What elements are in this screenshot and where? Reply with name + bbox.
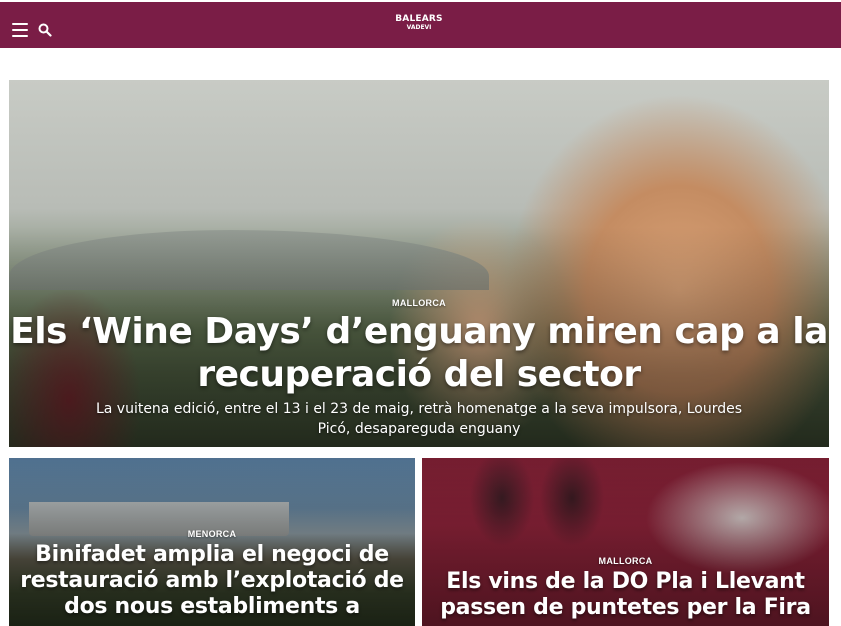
hero-lead: La vuitena edició, entre el 13 i el 23 d… bbox=[95, 401, 743, 437]
article-headline[interactable]: Binifadet amplia el negoci de restauraci… bbox=[9, 542, 415, 620]
logo-line-1: BALEARS bbox=[395, 14, 443, 24]
article-text-overlay: MENORCA Binifadet amplia el negoci de re… bbox=[9, 529, 415, 620]
hamburger-menu-icon[interactable] bbox=[12, 23, 28, 37]
hero-text-overlay: MALLORCA Els ‘Wine Days’ d’enguany miren… bbox=[9, 298, 829, 439]
site-logo[interactable]: BALEARS VADEVI bbox=[393, 15, 445, 31]
article-category-label[interactable]: MALLORCA bbox=[422, 556, 829, 566]
search-icon[interactable] bbox=[38, 22, 54, 38]
article-category-label[interactable]: MENORCA bbox=[9, 529, 415, 539]
logo-line-2: VADEVI bbox=[406, 24, 432, 31]
article-text-overlay: MALLORCA Els vins de la DO Pla i Llevant… bbox=[422, 556, 829, 621]
top-navigation-bar: BALEARS VADEVI bbox=[0, 0, 841, 48]
hero-article-card[interactable]: MALLORCA Els ‘Wine Days’ d’enguany miren… bbox=[9, 80, 829, 447]
article-card-mallorca[interactable]: MALLORCA Els vins de la DO Pla i Llevant… bbox=[422, 458, 829, 626]
hero-category-label[interactable]: MALLORCA bbox=[9, 298, 829, 308]
article-headline[interactable]: Els vins de la DO Pla i Llevant passen d… bbox=[422, 569, 829, 621]
hero-headline[interactable]: Els ‘Wine Days’ d’enguany miren cap a la… bbox=[9, 310, 829, 396]
article-card-menorca[interactable]: MENORCA Binifadet amplia el negoci de re… bbox=[9, 458, 415, 626]
